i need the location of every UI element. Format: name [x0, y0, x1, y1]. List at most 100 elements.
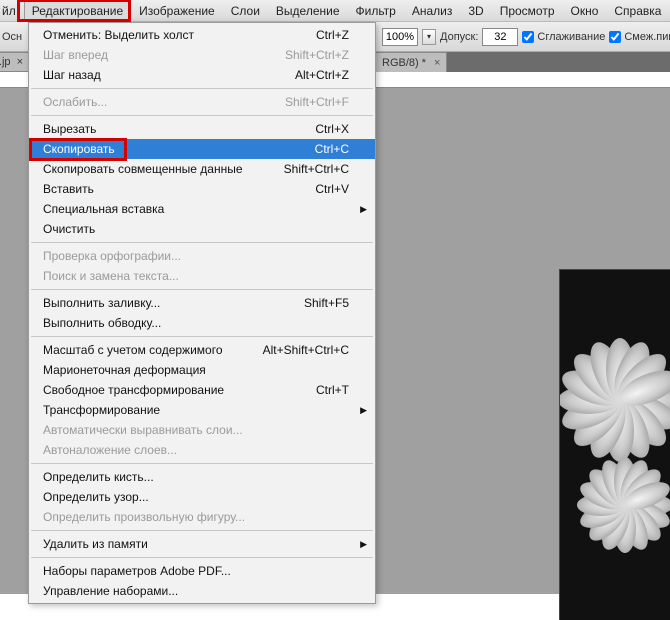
menu-item[interactable]: Марионеточная деформация [29, 360, 375, 380]
menu-item: Шаг вперед Shift+Ctrl+Z [29, 45, 375, 65]
document-tab-main[interactable]: RGB/8) * × [375, 52, 447, 72]
contiguous-label: Смеж.пикс [624, 31, 670, 43]
menu-separator [31, 88, 373, 89]
document-tab-left[interactable]: 283.jp × [0, 52, 30, 72]
tolerance-label: Допуск: [440, 31, 478, 43]
menu-item[interactable]: Очистить [29, 219, 375, 239]
menu-item[interactable]: Вставить Ctrl+V [29, 179, 375, 199]
menu-item-label: Проверка орфографии... [43, 249, 181, 263]
toolbar-left-label: Осн [2, 31, 22, 43]
menu-item[interactable]: Определить узор... [29, 487, 375, 507]
edit-menu-dropdown: Отменить: Выделить холст Ctrl+Z Шаг вперед… [28, 22, 376, 604]
menu-separator [31, 557, 373, 558]
menu-analysis[interactable]: Анализ [404, 1, 461, 21]
menu-item[interactable]: Удалить из памяти [29, 534, 375, 554]
zoom-input[interactable] [382, 28, 418, 46]
menu-item-label: Ослабить... [43, 95, 107, 109]
menu-image[interactable]: Изображение [131, 1, 223, 21]
menu-item-label: Автоналожение слоев... [43, 443, 177, 457]
antialias-checkbox[interactable] [522, 31, 534, 43]
menu-item-shortcut: Ctrl+T [316, 383, 349, 397]
menu-item[interactable]: Вырезать Ctrl+X [29, 119, 375, 139]
menu-separator [31, 242, 373, 243]
menu-item-shortcut: Ctrl+Z [316, 28, 349, 42]
menu-item-label: Специальная вставка [43, 202, 164, 216]
menu-separator [31, 336, 373, 337]
menu-item-label: Очистить [43, 222, 95, 236]
menu-item: Определить произвольную фигуру... [29, 507, 375, 527]
menu-separator [31, 115, 373, 116]
menu-item-shortcut: Shift+Ctrl+C [284, 162, 349, 176]
menu-item-shortcut: Ctrl+X [315, 122, 349, 136]
antialias-label: Сглаживание [537, 31, 605, 43]
menu-item[interactable]: Управление наборами... [29, 581, 375, 601]
menu-item[interactable]: Свободное трансформирование Ctrl+T [29, 380, 375, 400]
menu-item[interactable]: Скопировать совмещенные данные Shift+Ctrl… [29, 159, 375, 179]
menu-item-label: Вставить [43, 182, 94, 196]
menu-item-label: Выполнить заливку... [43, 296, 160, 310]
zoom-dropdown-icon[interactable]: ▾ [422, 29, 436, 45]
menu-item-label: Марионеточная деформация [43, 363, 206, 377]
menu-item[interactable]: Наборы параметров Adobe PDF... [29, 561, 375, 581]
menu-item[interactable]: Отменить: Выделить холст Ctrl+Z [29, 25, 375, 45]
menu-window[interactable]: Окно [563, 1, 607, 21]
menu-item-label: Отменить: Выделить холст [43, 28, 194, 42]
menu-item: Поиск и замена текста... [29, 266, 375, 286]
menu-edit[interactable]: Редактирование [24, 1, 131, 21]
menu-item-label: Шаг назад [43, 68, 101, 82]
document-tab-left-label: 283.jp [0, 56, 11, 68]
menu-3d[interactable]: 3D [460, 1, 491, 21]
menu-item-shortcut: Ctrl+V [315, 182, 349, 196]
menu-select[interactable]: Выделение [268, 1, 348, 21]
menu-view[interactable]: Просмотр [492, 1, 563, 21]
menu-item-label: Выполнить обводку... [43, 316, 161, 330]
menu-item-label: Скопировать [43, 142, 115, 156]
menu-item-label: Шаг вперед [43, 48, 108, 62]
menu-file-partial[interactable]: йл [2, 1, 24, 21]
menu-item[interactable]: Скопировать Ctrl+C [29, 139, 375, 159]
menu-item-shortcut: Shift+Ctrl+Z [285, 48, 349, 62]
menu-separator [31, 463, 373, 464]
menu-item-label: Удалить из памяти [43, 537, 148, 551]
menu-item[interactable]: Масштаб с учетом содержимого Alt+Shift+Ct… [29, 340, 375, 360]
menu-help[interactable]: Справка [606, 1, 669, 21]
menu-item: Автоматически выравнивать слои... [29, 420, 375, 440]
menu-item-label: Определить произвольную фигуру... [43, 510, 245, 524]
menu-item[interactable]: Определить кисть... [29, 467, 375, 487]
close-icon[interactable]: × [434, 57, 440, 69]
menu-item-label: Определить кисть... [43, 470, 154, 484]
menu-item-label: Автоматически выравнивать слои... [43, 423, 243, 437]
menu-item-label: Масштаб с учетом содержимого [43, 343, 223, 357]
menu-item-label: Наборы параметров Adobe PDF... [43, 564, 231, 578]
menu-filter[interactable]: Фильтр [348, 1, 404, 21]
menu-item: Проверка орфографии... [29, 246, 375, 266]
menu-separator [31, 289, 373, 290]
document-tab-main-label: RGB/8) * [382, 57, 426, 69]
menu-item-shortcut: Ctrl+C [315, 142, 349, 156]
menu-item: Ослабить... Shift+Ctrl+F [29, 92, 375, 112]
menu-item[interactable]: Трансформирование [29, 400, 375, 420]
menu-item-label: Определить узор... [43, 490, 149, 504]
menu-item[interactable]: Выполнить обводку... [29, 313, 375, 333]
close-icon[interactable]: × [17, 56, 23, 68]
menu-item-label: Поиск и замена текста... [43, 269, 179, 283]
contiguous-checkbox[interactable] [609, 31, 621, 43]
menu-item-shortcut: Alt+Ctrl+Z [295, 68, 349, 82]
menu-item-label: Скопировать совмещенные данные [43, 162, 243, 176]
menu-item-label: Свободное трансформирование [43, 383, 224, 397]
menu-layers[interactable]: Слои [223, 1, 268, 21]
menu-item: Автоналожение слоев... [29, 440, 375, 460]
menu-item-label: Вырезать [43, 122, 96, 136]
menu-item[interactable]: Шаг назад Alt+Ctrl+Z [29, 65, 375, 85]
menu-separator [31, 530, 373, 531]
menu-item[interactable]: Специальная вставка [29, 199, 375, 219]
canvas-image [560, 270, 670, 620]
menu-item-shortcut: Alt+Shift+Ctrl+C [263, 343, 349, 357]
menu-item-label: Управление наборами... [43, 584, 178, 598]
menu-item-shortcut: Shift+Ctrl+F [285, 95, 349, 109]
menu-item-label: Трансформирование [43, 403, 160, 417]
menubar: йл Редактирование Изображение Слои Выдел… [0, 0, 670, 22]
tolerance-input[interactable] [482, 28, 518, 46]
menu-item-shortcut: Shift+F5 [304, 296, 349, 310]
menu-item[interactable]: Выполнить заливку... Shift+F5 [29, 293, 375, 313]
